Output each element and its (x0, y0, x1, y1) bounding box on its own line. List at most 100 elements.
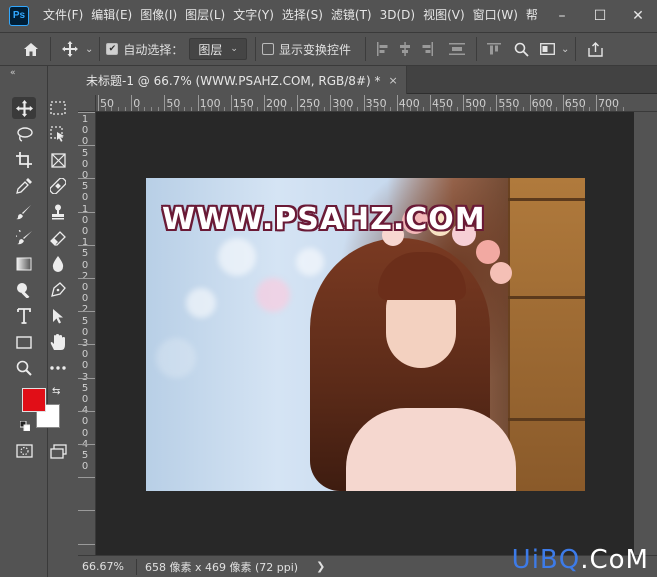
chevron-right-icon[interactable]: ❯ (316, 560, 325, 573)
frame-tool-icon[interactable] (46, 149, 70, 171)
pen-tool-icon[interactable] (46, 279, 70, 301)
ruler-label: 5 (81, 315, 89, 327)
ruler-minor-tick (443, 107, 445, 111)
default-colors-icon[interactable] (19, 420, 31, 432)
move-icon[interactable] (57, 36, 83, 62)
chevron-down-icon[interactable]: ⌄ (85, 44, 93, 55)
hand-tool-icon[interactable] (46, 331, 70, 353)
dodge-tool-icon[interactable] (12, 279, 36, 301)
ruler-minor-tick (111, 107, 113, 111)
screen-mode-icon[interactable] (46, 440, 70, 462)
maximize-button[interactable]: ☐ (581, 0, 619, 31)
quick-mask-icon[interactable] (12, 440, 36, 462)
foreground-color-swatch[interactable] (22, 388, 46, 412)
ruler-label: 0 (81, 326, 89, 338)
ruler-tick (78, 244, 95, 246)
ruler-origin[interactable] (78, 95, 96, 112)
separator (364, 37, 366, 61)
history-brush-tool-icon[interactable] (12, 227, 36, 249)
ruler-tick (463, 95, 465, 111)
workspace-icon[interactable] (535, 36, 561, 62)
auto-select-checkbox[interactable]: ✔ (106, 43, 119, 55)
wooden-crate (508, 178, 585, 491)
eyedropper-tool-icon[interactable] (12, 175, 36, 197)
menu-type[interactable]: 文字(Y) (229, 0, 278, 31)
vertical-ruler[interactable]: 10050050100150200250300350400450 (78, 112, 96, 555)
menu-filter[interactable]: 滤镜(T) (327, 0, 376, 31)
menu-file[interactable]: 文件(F) (39, 0, 87, 31)
type-tool-icon[interactable] (12, 305, 36, 327)
ruler-tick (78, 377, 95, 379)
document-tab[interactable]: 未标题-1 @ 66.7% (WWW.PSAHZ.COM, RGB/8#) * … (78, 66, 407, 94)
close-tab-icon[interactable]: × (389, 74, 398, 87)
more-tools-icon[interactable] (46, 357, 70, 379)
zoom-tool-icon[interactable] (12, 357, 36, 379)
menu-view[interactable]: 视图(V) (419, 0, 469, 31)
clone-stamp-tool-icon[interactable] (46, 201, 70, 223)
ruler-label: 0 (81, 125, 89, 137)
lasso-tool-icon[interactable] (12, 123, 36, 145)
object-selection-tool-icon[interactable] (46, 123, 70, 145)
minimize-button[interactable]: – (543, 0, 581, 31)
align-horizontal-center-icon[interactable] (394, 38, 416, 60)
close-button[interactable]: ✕ (619, 0, 657, 31)
crop-tool-icon[interactable] (12, 149, 36, 171)
ruler-minor-tick (171, 107, 173, 111)
options-bar: ⌄ ✔ 自动选择： 图层 ⌄ 显示变换控件 ⌄ (0, 32, 657, 66)
ruler-minor-tick (383, 107, 385, 111)
ruler-label: 2 (81, 270, 89, 282)
menu-select[interactable]: 选择(S) (278, 0, 327, 31)
blur-tool-icon[interactable] (46, 253, 70, 275)
eraser-tool-icon[interactable] (46, 227, 70, 249)
crate-slat (508, 296, 585, 299)
align-right-icon[interactable] (416, 38, 438, 60)
menu-bar: Ps 文件(F) 编辑(E) 图像(I) 图层(L) 文字(Y) 选择(S) 滤… (0, 0, 657, 31)
search-icon[interactable] (509, 36, 535, 62)
ruler-minor-tick (390, 107, 392, 111)
ruler-tick (430, 95, 431, 111)
collapse-panel-icon[interactable]: « (10, 68, 16, 78)
menu-window[interactable]: 窗口(W) (469, 0, 522, 31)
gradient-tool-icon[interactable] (12, 253, 36, 275)
ruler-minor-tick (589, 107, 591, 111)
align-left-icon[interactable] (372, 38, 394, 60)
menu-layer[interactable]: 图层(L) (181, 0, 229, 31)
ruler-tick (78, 178, 95, 180)
horizontal-ruler[interactable]: 50 0 50 100 150 200 250 300 350 400 450 500 550 600 65… (96, 95, 657, 112)
ruler-minor-tick (224, 107, 226, 111)
zoom-level[interactable]: 66.67% (78, 560, 132, 573)
ruler-label: 5 (81, 147, 89, 159)
move-tool-icon[interactable] (12, 97, 36, 119)
brush-tool-icon[interactable] (12, 201, 36, 223)
ruler-tick (98, 95, 99, 111)
menu-3d[interactable]: 3D(D) (376, 0, 419, 31)
healing-brush-tool-icon[interactable] (46, 175, 70, 197)
ruler-minor-tick (449, 107, 451, 111)
show-transform-label: 显示变换控件 (278, 42, 351, 57)
ruler-minor-tick (137, 107, 139, 111)
ruler-tick (78, 410, 95, 412)
home-icon[interactable] (18, 36, 44, 62)
ruler-label: 0 (81, 360, 89, 372)
chevron-down-icon[interactable]: ⌄ (561, 44, 569, 55)
swap-colors-icon[interactable]: ⇆ (52, 386, 60, 397)
ruler-label: 1 (81, 237, 89, 249)
menu-edit[interactable]: 编辑(E) (87, 0, 136, 31)
menu-help[interactable]: 帮 (522, 0, 542, 31)
ruler-tick (197, 95, 199, 111)
ruler-minor-tick (277, 107, 279, 111)
document-tab-bar: 未标题-1 @ 66.7% (WWW.PSAHZ.COM, RGB/8#) * … (78, 66, 657, 94)
auto-select-target-dropdown[interactable]: 图层 ⌄ (189, 38, 247, 60)
ruler-minor-tick (503, 107, 505, 111)
document-image[interactable]: WWW.PSAHZ.COM (146, 178, 585, 491)
distribute-vertical-icon[interactable] (446, 38, 468, 60)
vertical-scrollbar[interactable] (634, 112, 657, 555)
path-selection-tool-icon[interactable] (46, 305, 70, 327)
show-transform-checkbox[interactable] (261, 43, 274, 55)
marquee-tool-icon[interactable] (46, 97, 70, 119)
share-icon[interactable] (582, 36, 608, 62)
ruler-label: 0 (81, 349, 89, 361)
menu-image[interactable]: 图像(I) (136, 0, 181, 31)
rectangle-tool-icon[interactable] (12, 331, 36, 353)
align-top-icon[interactable] (483, 38, 505, 60)
